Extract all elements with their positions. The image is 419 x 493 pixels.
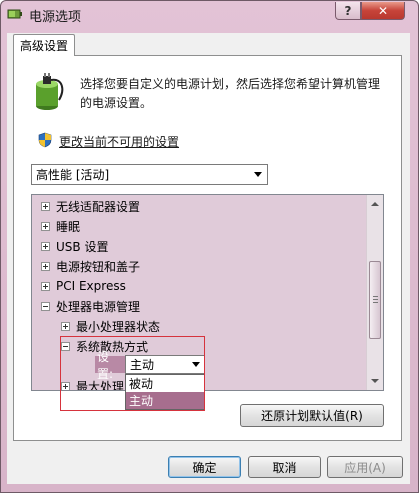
tree-item-sleep[interactable]: 睡眠 [41,216,80,236]
tree-item-label: 处理器电源管理 [56,299,141,314]
title-bar[interactable]: 电源选项 ? ✕ [1,1,418,27]
settings-tree[interactable]: 无线适配器设置 睡眠 USB 设置 电源按钮和盖子 PCI Express 处理… [31,194,384,391]
power-plan-select[interactable]: 高性能 [活动] [31,164,268,185]
apply-button[interactable]: 应用(A) [327,456,403,478]
expand-icon[interactable] [41,261,50,271]
tree-item-label: 最小处理器状态 [76,319,161,334]
scroll-down-icon[interactable] [371,379,379,383]
help-button[interactable]: ? [335,2,361,20]
shield-icon [38,132,52,148]
power-options-icon [7,9,22,19]
tree-item-label: 睡眠 [56,219,81,234]
cooling-policy-select[interactable]: 主动 [125,355,205,374]
expand-icon[interactable] [41,221,50,231]
cooling-policy-value: 主动 [130,358,155,372]
scroll-up-icon[interactable] [371,202,379,206]
expand-icon[interactable] [41,201,50,211]
collapse-icon[interactable] [41,301,50,311]
tab-advanced-settings[interactable]: 高级设置 [13,34,75,56]
expand-icon[interactable] [41,281,50,291]
expand-icon[interactable] [61,321,70,331]
option-passive[interactable]: 被动 [126,375,204,392]
tree-item-label: 电源按钮和盖子 [56,259,141,274]
expand-icon[interactable] [41,241,50,251]
tree-item-power-buttons-lid[interactable]: 电源按钮和盖子 [41,256,140,276]
option-active[interactable]: 主动 [126,392,204,409]
ok-button[interactable]: 确定 [168,456,241,478]
grip-icon [373,296,378,303]
tree-item-pci-express[interactable]: PCI Express [41,276,126,296]
setting-label: 设置: [95,350,125,381]
power-plan-value: 高性能 [活动] [36,168,110,182]
tree-item-wireless-adapter[interactable]: 无线适配器设置 [41,196,140,216]
tree-item-min-processor-state[interactable]: 最小处理器状态 [61,316,160,336]
close-button[interactable]: ✕ [361,2,405,20]
expand-icon[interactable] [61,381,70,390]
collapse-icon[interactable] [61,341,70,351]
intro-description: 选择您要自定义的电源计划，然后选择您希望计算机管理的电源设置。 [80,77,381,110]
change-unavailable-settings-link[interactable]: 更改当前不可用的设置 [59,133,179,150]
tree-item-processor-power[interactable]: 处理器电源管理 [41,296,140,316]
tree-item-usb[interactable]: USB 设置 [41,236,108,256]
battery-plug-icon [36,73,64,110]
scroll-thumb[interactable] [369,261,381,339]
tree-scrollbar[interactable] [366,195,383,390]
tree-item-label: USB 设置 [56,239,109,254]
cooling-policy-options[interactable]: 被动 主动 [125,374,205,410]
tree-item-label: 无线适配器设置 [56,199,141,214]
chevron-down-icon [192,362,200,367]
window-title: 电源选项 [29,10,82,25]
restore-defaults-button[interactable]: 还原计划默认值(R) [240,404,384,427]
chevron-down-icon [254,172,262,177]
cancel-button[interactable]: 取消 [248,456,321,478]
tree-item-label: PCI Express [56,279,126,293]
